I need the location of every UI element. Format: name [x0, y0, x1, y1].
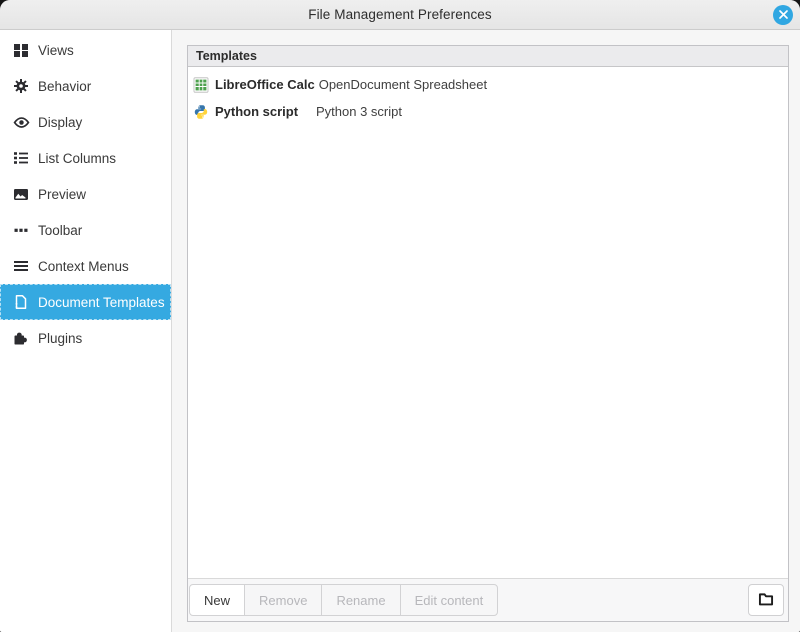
templates-header-label: Templates — [196, 49, 257, 63]
template-actions-group: New Remove Rename Edit content — [189, 584, 498, 616]
document-icon — [13, 294, 30, 311]
sidebar-item-behavior[interactable]: Behavior — [0, 68, 171, 104]
titlebar: File Management Preferences — [0, 0, 800, 30]
templates-column-header[interactable]: Templates — [188, 46, 788, 67]
template-description: OpenDocument Spreadsheet — [319, 77, 487, 92]
image-icon — [13, 186, 30, 203]
new-button[interactable]: New — [189, 584, 245, 616]
actions-bar: New Remove Rename Edit content — [188, 578, 788, 621]
sidebar-item-toolbar[interactable]: Toolbar — [0, 212, 171, 248]
template-row[interactable]: LibreOffice Calc OpenDocument Spreadshee… — [188, 71, 788, 98]
gear-icon — [13, 78, 30, 95]
eye-icon — [13, 114, 30, 131]
open-templates-folder-button[interactable] — [748, 584, 784, 616]
window-title: File Management Preferences — [308, 7, 492, 22]
edit-content-button[interactable]: Edit content — [400, 584, 499, 616]
sidebar-item-label: Behavior — [38, 79, 91, 94]
list-columns-icon — [13, 150, 30, 167]
sidebar-item-display[interactable]: Display — [0, 104, 171, 140]
menu-lines-icon — [13, 258, 30, 275]
template-row[interactable]: Python script Python 3 script — [188, 98, 788, 125]
sidebar-item-context-menus[interactable]: Context Menus — [0, 248, 171, 284]
sidebar-item-views[interactable]: Views — [0, 32, 171, 68]
sidebar-item-label: Display — [38, 115, 82, 130]
sidebar-item-label: Toolbar — [38, 223, 82, 238]
sidebar-item-preview[interactable]: Preview — [0, 176, 171, 212]
template-name: Python script — [215, 104, 312, 119]
puzzle-icon — [13, 330, 30, 347]
template-description: Python 3 script — [316, 104, 402, 119]
close-button[interactable] — [773, 5, 793, 25]
sidebar-item-label: Views — [38, 43, 74, 58]
preferences-window: File Management Preferences Views Behavi… — [0, 0, 800, 632]
template-name: LibreOffice Calc — [215, 77, 315, 92]
sidebar-item-label: Context Menus — [38, 259, 129, 274]
content-area: Templates LibreOffice Calc OpenDocument … — [172, 30, 800, 632]
rename-button[interactable]: Rename — [321, 584, 400, 616]
templates-list: LibreOffice Calc OpenDocument Spreadshee… — [188, 67, 788, 578]
sidebar-item-list-columns[interactable]: List Columns — [0, 140, 171, 176]
dots-icon — [13, 222, 30, 239]
sidebar: Views Behavior Display List Columns — [0, 30, 172, 632]
sidebar-item-document-templates[interactable]: Document Templates — [0, 284, 171, 320]
close-icon — [778, 8, 789, 23]
libreoffice-calc-icon — [193, 77, 209, 93]
python-icon — [193, 104, 209, 120]
sidebar-item-label: Plugins — [38, 331, 82, 346]
sidebar-item-label: List Columns — [38, 151, 116, 166]
folder-icon — [757, 590, 775, 611]
sidebar-item-label: Document Templates — [38, 295, 165, 310]
remove-button[interactable]: Remove — [244, 584, 322, 616]
templates-panel: Templates LibreOffice Calc OpenDocument … — [187, 45, 789, 622]
grid-icon — [13, 42, 30, 59]
sidebar-item-plugins[interactable]: Plugins — [0, 320, 171, 356]
sidebar-item-label: Preview — [38, 187, 86, 202]
